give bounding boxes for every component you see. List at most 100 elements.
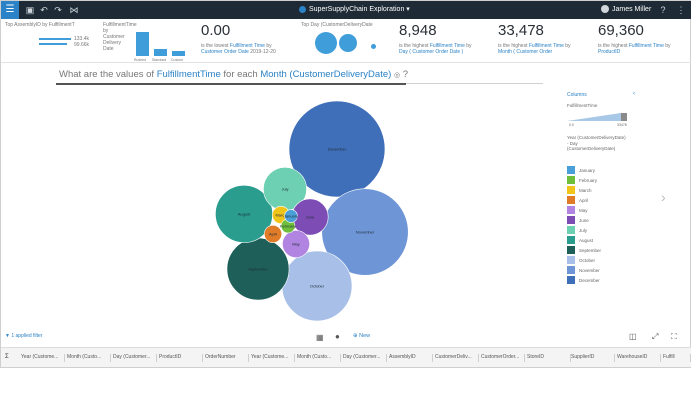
legend-label: June [579,217,589,223]
legend-label: August [579,237,594,243]
legend-label: March [579,187,592,193]
bubble-label-june: June [306,215,315,220]
legend-item[interactable]: August [567,235,601,245]
kpi-top-day[interactable]: Top Day (CustomerDeliveryDate [301,22,391,54]
legend-swatch [567,236,575,244]
collapse-icon[interactable]: ‹ [633,91,635,97]
column-header[interactable]: Year (Custome... [251,354,295,362]
kpi-zero[interactable]: 0.00 is the lowest Fulfillment Time by C… [201,22,301,55]
legend-item[interactable]: March [567,185,601,195]
legend-item[interactable]: September [567,245,601,255]
column-header[interactable]: Month (Custo... [297,354,341,362]
save-icon[interactable]: ▣ [23,4,37,16]
workbook-icon [299,5,306,13]
expand-icon[interactable]: ⤢ [652,332,658,342]
bubble-label-september: September [248,267,268,272]
legend-panel: Columns ‹ FulfillmentTime 0.0 33478 Year… [561,89,646,289]
kpi-row: Top AssemblyID by FulfillmentT 133.4k 99… [1,19,691,63]
question-text[interactable]: What are the values of FulfillmentTime f… [59,69,408,80]
page-dot-icon[interactable]: ● [335,332,340,341]
column-header[interactable]: AssemblyID [389,354,433,362]
legend-item[interactable]: October [567,255,601,265]
bubble-label-april: April [269,232,277,237]
column-header[interactable]: OrderNumber [205,354,249,362]
kpi-ft-by-date[interactable]: FulfillmentTime by Customer Delivery Dat… [103,22,193,62]
legend-item[interactable]: November [567,265,601,275]
legend-label: February [579,177,598,183]
legend-swatch [567,176,575,184]
chevron-down-icon[interactable]: ▾ [406,6,410,13]
more-icon[interactable]: ⋮ [674,4,688,16]
columns-toggle-icon[interactable]: Σ [5,354,9,360]
legend-label: April [579,197,589,203]
bubble-label-february: February [280,224,296,229]
workbook-title[interactable]: SuperSupplyChain Exploration ▾ [299,4,411,16]
legend-item[interactable]: December [567,275,601,285]
bubble-label-august: August [238,212,251,217]
column-header[interactable]: CustomerOrder... [481,354,525,362]
legend-color-label: Year (CustomerDeliveryDate) - Day (Custo… [567,135,626,151]
snapshot-icon[interactable]: ◫ [629,332,637,341]
bubble-label-december: December [328,147,347,152]
new-button[interactable]: ⊕ New [353,333,370,339]
legend-swatch [567,206,575,214]
kpi-day-highest[interactable]: 8,948 is the highest Fulfillment Time by… [399,22,494,55]
legend-item[interactable]: May [567,205,601,215]
help-icon[interactable]: ? [656,4,670,16]
column-header[interactable]: Month (Custo... [67,354,111,362]
kpi-bar-custom [172,51,185,56]
legend-label: May [579,207,588,213]
legend-swatch [567,276,575,284]
kpi-product-highest[interactable]: 69,360 is the highest Fulfillment Time b… [598,22,688,55]
legend-item[interactable]: April [567,195,601,205]
applied-filter-link[interactable]: ▼ 1 applied filter [5,333,42,339]
bubble-label-october: October [310,284,325,289]
legend-item[interactable]: January [567,165,601,175]
column-header[interactable]: ProductID [159,354,203,362]
user-menu[interactable]: James Miller [601,4,651,16]
kpi-bubble-2 [339,34,357,52]
share-icon[interactable]: ⋈ [67,4,81,16]
kpi-month-highest[interactable]: 33,478 is the highest Fulfillment Time b… [498,22,593,55]
legend-label: January [579,167,596,173]
bubble-label-november: November [356,230,375,235]
undo-icon[interactable]: ↶ [37,4,51,16]
redo-icon[interactable]: ↷ [51,4,65,16]
question-divider [406,83,543,84]
app-window: ☰ ▣ ↶ ↷ ⋈ SuperSupplyChain Exploration ▾… [0,0,691,368]
legend-item[interactable]: February [567,175,601,185]
info-icon[interactable]: ◎ [394,72,400,79]
legend-label: July [579,227,588,233]
legend-item[interactable]: July [567,225,601,235]
legend-item[interactable]: June [567,215,601,225]
column-bar: Σ Year (Custome... Month (Custo... Day (Cu… [1,347,691,367]
legend-label: September [579,247,602,253]
column-header[interactable]: Day (Customer... [343,354,387,362]
column-header[interactable]: SupplierID [571,354,615,362]
kpi-bar-2 [39,43,67,45]
menu-icon[interactable]: ☰ [1,1,19,19]
column-header[interactable]: CustomerDeliv... [435,354,479,362]
legend-label: December [579,277,600,283]
chevron-right-icon[interactable]: › [661,189,666,205]
grid-view-icon[interactable]: ▦ [316,333,324,342]
kpi-bubble-1 [315,32,337,54]
legend-header[interactable]: Columns [567,92,587,98]
bubble-chart: December November October September August Ju… [215,100,409,322]
column-header[interactable]: WarehouseID [617,354,661,362]
legend-label: October [579,257,596,263]
legend-swatch [567,226,575,234]
legend-swatch [567,166,575,174]
fullscreen-icon[interactable]: ⛶ [671,332,677,342]
legend-swatch [567,216,575,224]
column-header[interactable]: Fulfill [663,354,691,362]
column-header[interactable]: Day (Customer... [113,354,157,362]
kpi-top-assembly[interactable]: Top AssemblyID by FulfillmentT 133.4k 99… [5,22,95,48]
avatar [601,5,609,14]
column-header[interactable]: Year (Custome... [21,354,65,362]
size-scale [567,113,627,121]
kpi-bar-1 [39,38,71,40]
column-header[interactable]: StoreID [527,354,571,362]
legend-swatch [567,266,575,274]
legend-swatch [567,186,575,194]
